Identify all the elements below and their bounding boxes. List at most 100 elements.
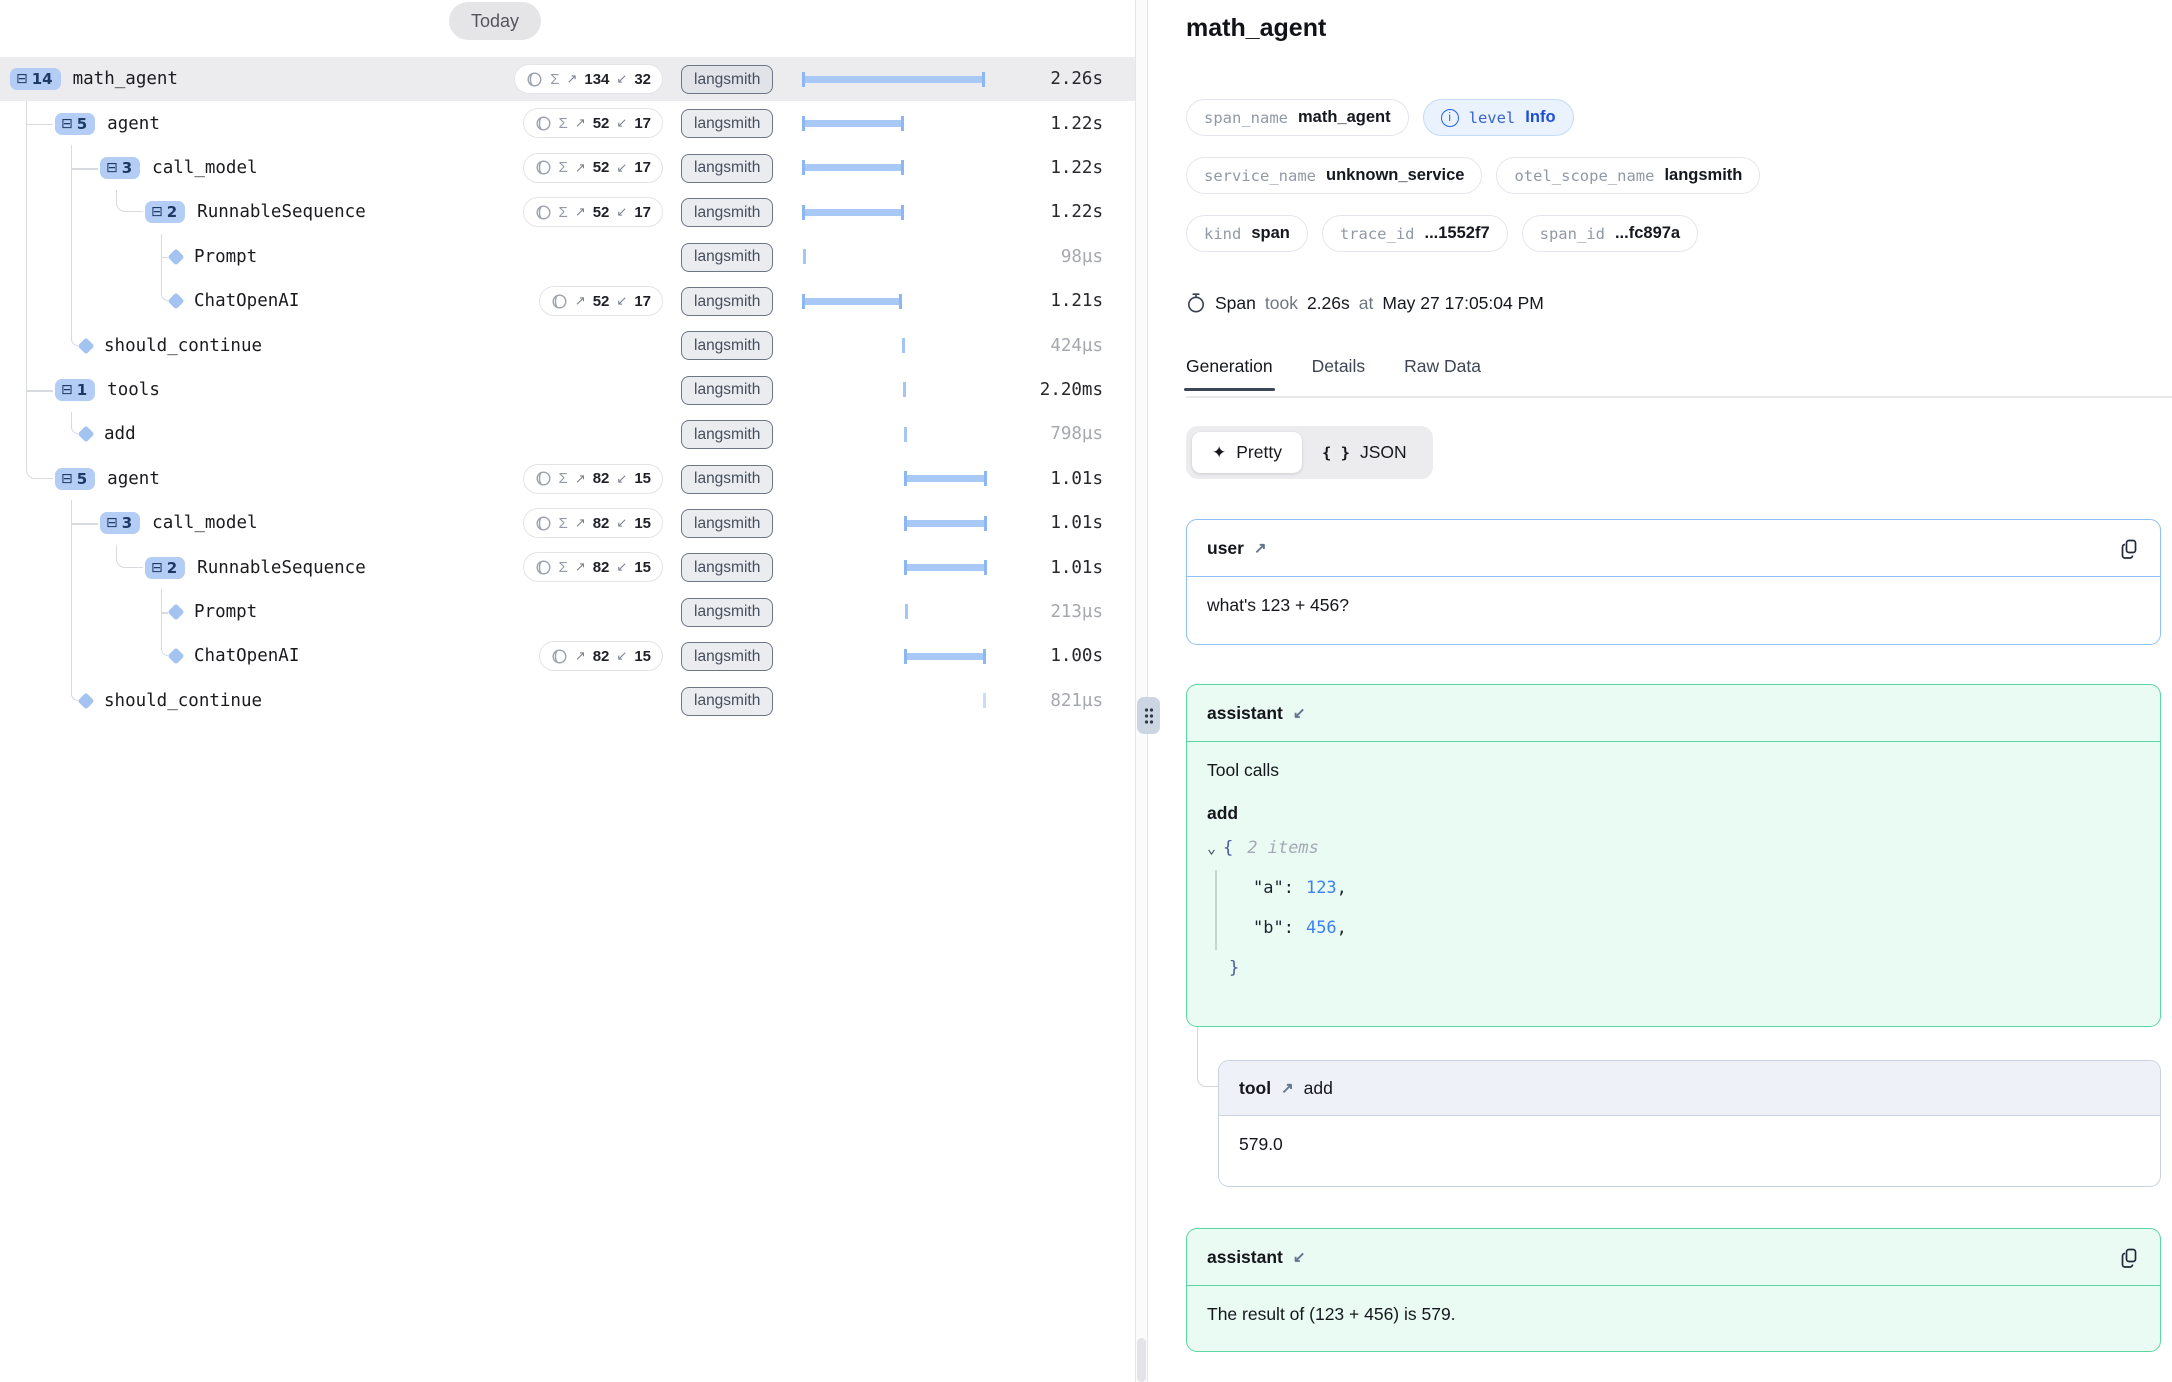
- expand-collapse-badge[interactable]: ⊟3: [100, 512, 140, 534]
- open-brace: {: [1223, 838, 1233, 858]
- collapse-icon: ⊟: [61, 116, 73, 132]
- copy-button[interactable]: [2118, 537, 2140, 559]
- tree-row-should_continue[interactable]: should_continuelangsmith821µs: [0, 679, 1135, 723]
- tree-row-Prompt[interactable]: Promptlangsmith98µs: [0, 235, 1135, 279]
- tree-row-add[interactable]: addlangsmith798µs: [0, 412, 1135, 456]
- duration-bar: [905, 475, 986, 482]
- waterfall-lane: [803, 279, 990, 323]
- arrow-up-right-icon: ↗: [566, 71, 577, 87]
- copy-icon: [2119, 538, 2140, 559]
- tree-row-tools[interactable]: ⊟1toolslangsmith2.20ms: [0, 368, 1135, 412]
- level-pill[interactable]: i level Info: [1423, 99, 1574, 136]
- langsmith-tag[interactable]: langsmith: [681, 642, 773, 671]
- panel-resize-handle[interactable]: [1137, 697, 1160, 734]
- duration-label: 1.22s: [1050, 101, 1103, 145]
- arrow-down-left-icon: ↙: [616, 559, 627, 575]
- langsmith-tag[interactable]: langsmith: [681, 65, 773, 94]
- pill-key: otel_scope_name: [1514, 167, 1654, 185]
- copy-icon: [2119, 1247, 2140, 1268]
- tree-row-math_agent[interactable]: ⊟14math_agentΣ↗134↙32langsmith2.26s: [0, 57, 1135, 101]
- expand-collapse-badge[interactable]: ⊟3: [100, 157, 140, 179]
- child-count: 1: [77, 381, 87, 399]
- langsmith-tag[interactable]: langsmith: [681, 109, 773, 138]
- json-toggle-button[interactable]: { } JSON: [1302, 432, 1427, 473]
- expand-collapse-badge[interactable]: ⊟14: [10, 68, 61, 90]
- langsmith-tag[interactable]: langsmith: [681, 465, 773, 494]
- arrow-down-left-icon: ↙: [616, 293, 627, 309]
- timing-at-word: at: [1359, 293, 1374, 314]
- span-name-label: should_continue: [104, 691, 262, 711]
- otel-scope-name-pill[interactable]: otel_scope_name langsmith: [1496, 157, 1760, 194]
- chevron-down-icon[interactable]: ⌄: [1207, 839, 1223, 857]
- duration-tick: [803, 249, 806, 264]
- langsmith-tag[interactable]: langsmith: [681, 154, 773, 183]
- tool-connector-line: [1197, 1027, 1218, 1087]
- copy-button[interactable]: [2118, 1246, 2140, 1268]
- span-name-pill[interactable]: span_name math_agent: [1186, 99, 1409, 136]
- tab-details[interactable]: Details: [1312, 356, 1366, 391]
- expand-collapse-badge[interactable]: ⊟5: [55, 468, 95, 490]
- tree-row-should_continue[interactable]: should_continuelangsmith424µs: [0, 323, 1135, 367]
- message-content: Tool calls add ⌄ { 2 items "a": 123 ,: [1187, 742, 2160, 1006]
- expand-collapse-badge[interactable]: ⊟2: [145, 201, 185, 223]
- json-value: 123: [1306, 878, 1337, 898]
- leaf-diamond-icon: [168, 248, 185, 265]
- langsmith-tag[interactable]: langsmith: [681, 376, 773, 405]
- panel-divider: [1135, 0, 1148, 1382]
- leaf-diamond-icon: [78, 692, 95, 709]
- duration-label: 1.21s: [1050, 279, 1103, 323]
- output-tokens: 134: [584, 71, 609, 88]
- tab-raw-data[interactable]: Raw Data: [1404, 356, 1481, 391]
- langsmith-tag[interactable]: langsmith: [681, 243, 773, 272]
- pretty-toggle-button[interactable]: ✦ Pretty: [1192, 432, 1302, 473]
- service-name-pill[interactable]: service_name unknown_service: [1186, 157, 1482, 194]
- expand-collapse-badge[interactable]: ⊟5: [55, 113, 95, 135]
- output-tokens: 82: [593, 515, 610, 532]
- tree-row-ChatOpenAI[interactable]: ChatOpenAI↗82↙15langsmith1.00s: [0, 634, 1135, 678]
- duration-bar: [905, 520, 986, 527]
- tree-row-name: ⊟5agent: [55, 457, 160, 501]
- langsmith-tag[interactable]: langsmith: [681, 509, 773, 538]
- assistant-tool-call-card: assistant ↙ Tool calls add ⌄ { 2 items "…: [1186, 684, 2161, 1027]
- tree-row-agent[interactable]: ⊟5agentΣ↗52↙17langsmith1.22s: [0, 101, 1135, 145]
- attribute-pill-row-3: kind span trace_id ...1552f7 span_id ...…: [1186, 215, 1698, 252]
- kind-pill[interactable]: kind span: [1186, 215, 1308, 252]
- role-label: assistant: [1207, 703, 1283, 724]
- json-close-line: }: [1207, 948, 2140, 988]
- langsmith-tag[interactable]: langsmith: [681, 287, 773, 316]
- tree-row-name: ⊟5agent: [55, 101, 160, 145]
- langsmith-tag[interactable]: langsmith: [681, 598, 773, 627]
- expand-collapse-badge[interactable]: ⊟2: [145, 557, 185, 579]
- tree-row-RunnableSequence[interactable]: ⊟2RunnableSequenceΣ↗52↙17langsmith1.22s: [0, 190, 1135, 234]
- tree-row-name: ChatOpenAI: [170, 634, 299, 678]
- tree-row-call_model[interactable]: ⊟3call_modelΣ↗82↙15langsmith1.01s: [0, 501, 1135, 545]
- assistant-final-card: assistant ↙ The result of (123 + 456) is…: [1186, 1228, 2161, 1352]
- tabs-underline-divider: [1186, 396, 2172, 398]
- tree-row-name: add: [80, 412, 136, 456]
- tree-row-RunnableSequence[interactable]: ⊟2RunnableSequenceΣ↗82↙15langsmith1.01s: [0, 545, 1135, 589]
- tree-row-agent[interactable]: ⊟5agentΣ↗82↙15langsmith1.01s: [0, 457, 1135, 501]
- token-usage-pill: Σ↗134↙32: [514, 64, 663, 94]
- sigma-icon: Σ: [559, 559, 568, 576]
- coin-icon: [535, 115, 552, 132]
- tree-row-Prompt[interactable]: Promptlangsmith213µs: [0, 590, 1135, 634]
- trace-id-pill[interactable]: trace_id ...1552f7: [1322, 215, 1508, 252]
- message-content: what's 123 + 456?: [1187, 577, 2160, 634]
- expand-collapse-badge[interactable]: ⊟1: [55, 379, 95, 401]
- pill-key: span_name: [1204, 109, 1288, 127]
- tree-row-call_model[interactable]: ⊟3call_modelΣ↗52↙17langsmith1.22s: [0, 146, 1135, 190]
- langsmith-tag[interactable]: langsmith: [681, 198, 773, 227]
- langsmith-tag[interactable]: langsmith: [681, 420, 773, 449]
- langsmith-tag[interactable]: langsmith: [681, 553, 773, 582]
- duration-label: 424µs: [1050, 323, 1103, 367]
- tab-generation[interactable]: Generation: [1186, 356, 1273, 391]
- langsmith-tag[interactable]: langsmith: [681, 331, 773, 360]
- scrollbar-thumb[interactable]: [1137, 1338, 1146, 1382]
- span-id-pill[interactable]: span_id ...fc897a: [1522, 215, 1698, 252]
- waterfall-lane: [803, 545, 990, 589]
- tree-row-ChatOpenAI[interactable]: ChatOpenAI↗52↙17langsmith1.21s: [0, 279, 1135, 323]
- pill-key: span_id: [1540, 225, 1605, 243]
- output-tokens: 52: [593, 204, 610, 221]
- langsmith-tag[interactable]: langsmith: [681, 687, 773, 716]
- arrow-down-left-icon: ↙: [616, 471, 627, 487]
